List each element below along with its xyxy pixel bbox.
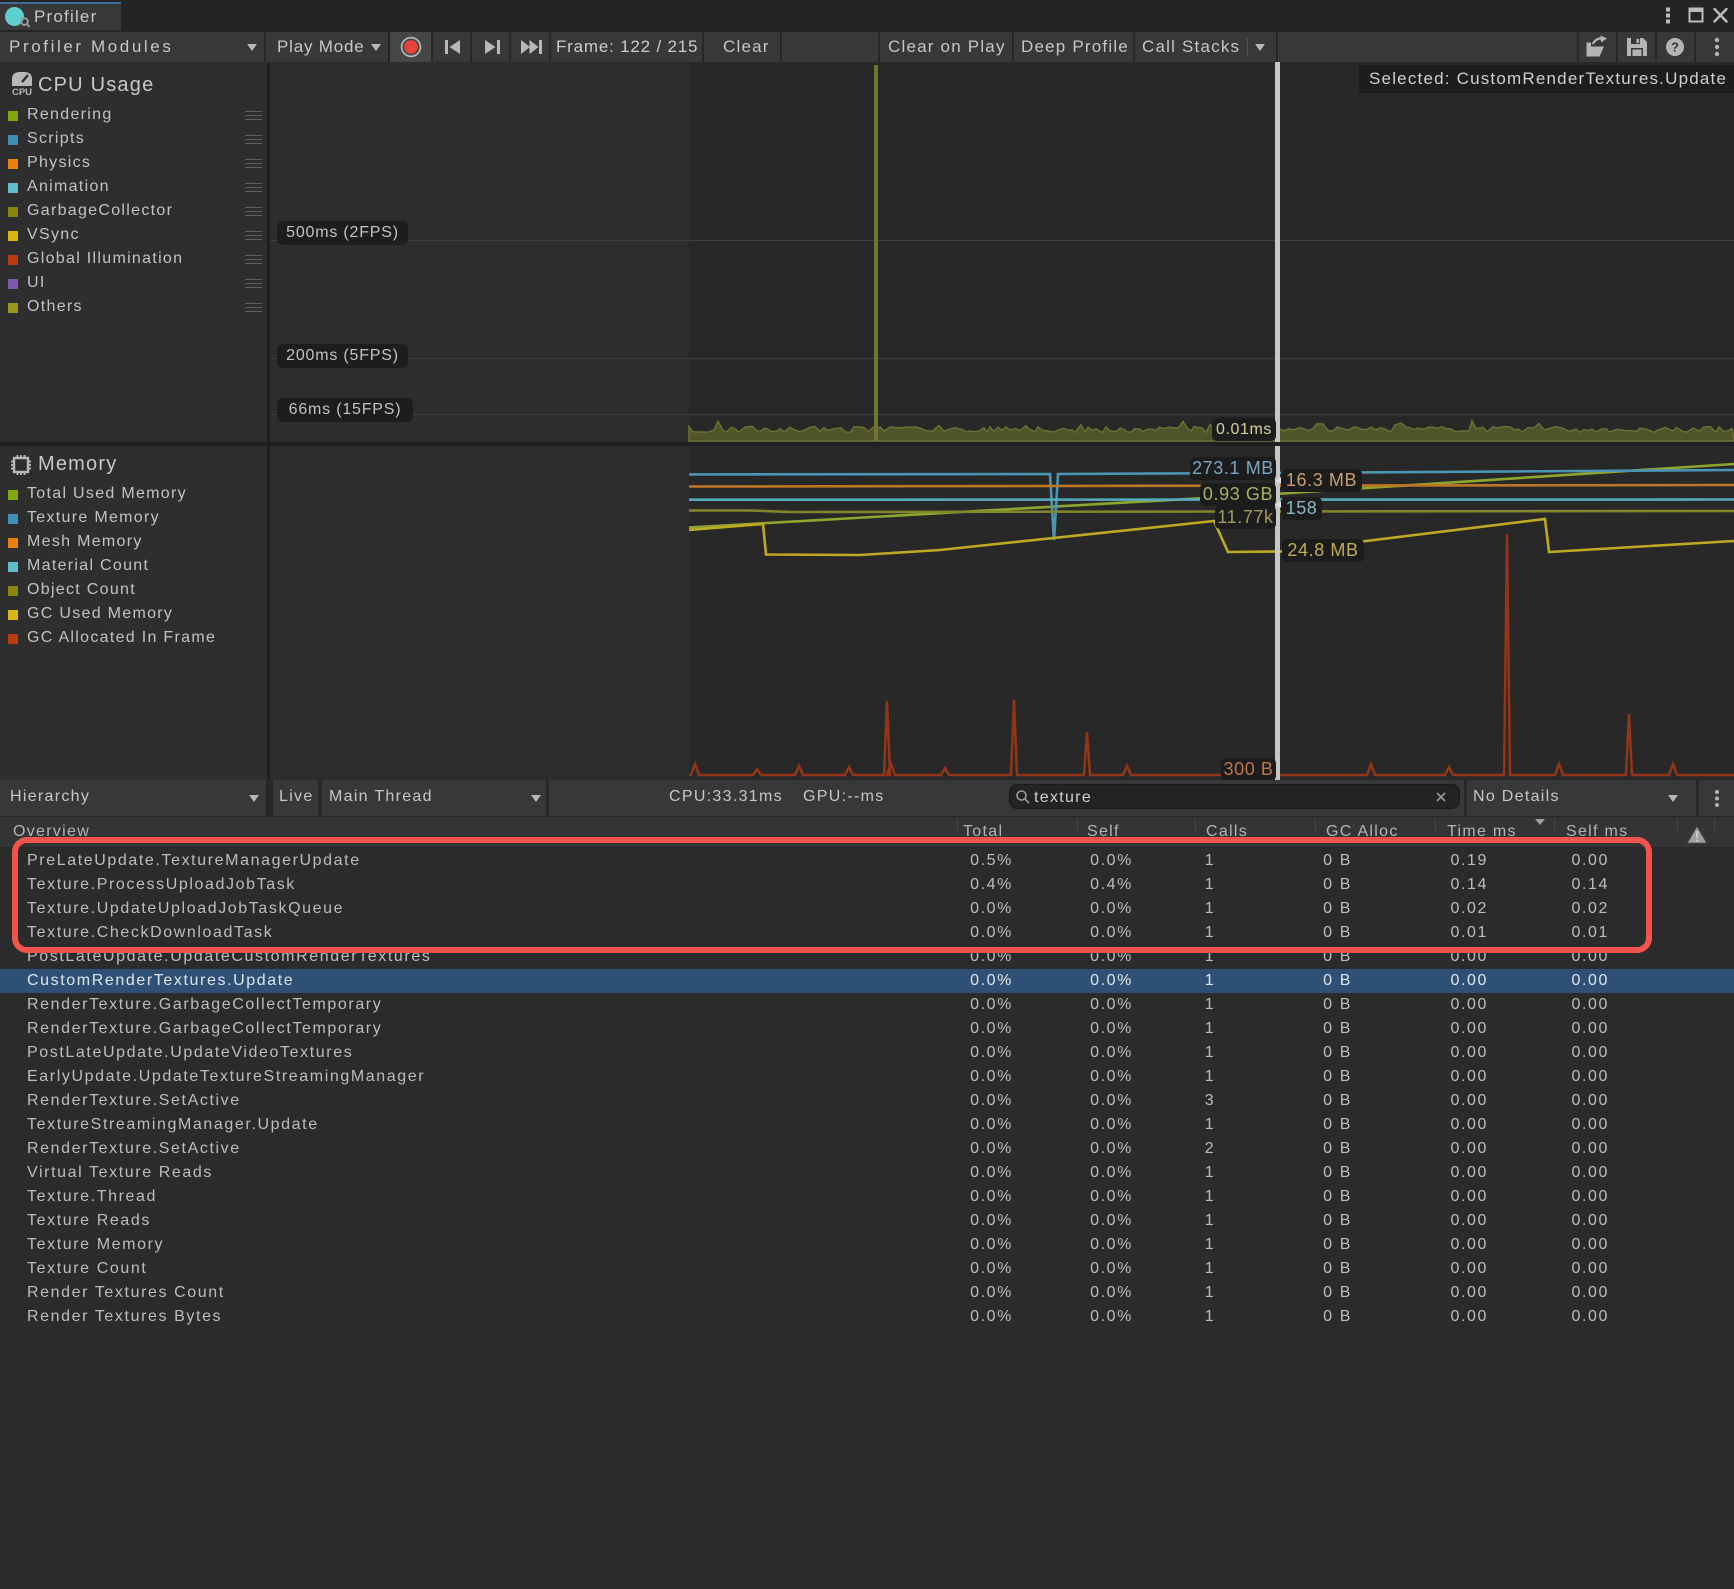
svg-text:?: ? (1671, 40, 1679, 55)
svg-text:CPU: CPU (12, 87, 32, 96)
